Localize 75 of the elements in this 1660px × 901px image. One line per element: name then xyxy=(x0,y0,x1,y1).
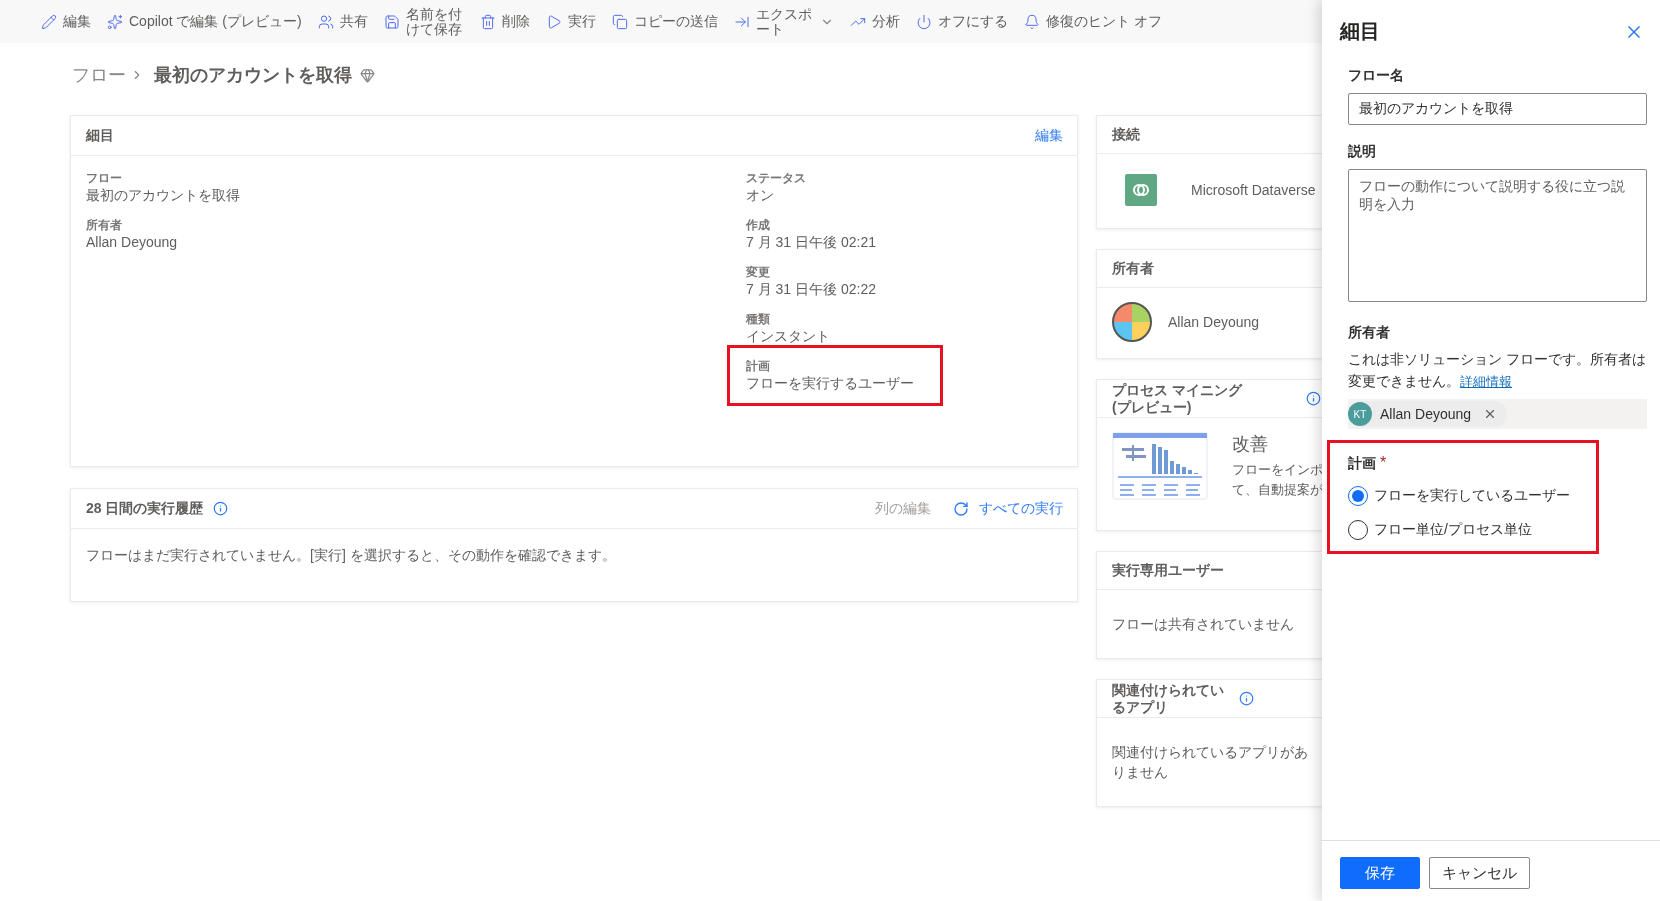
field-value: インスタント xyxy=(746,328,831,346)
initials-avatar: KT xyxy=(1348,402,1372,426)
learn-more-link[interactable]: 詳細情報 xyxy=(1460,374,1512,389)
people-icon xyxy=(317,13,334,30)
field-value: オン xyxy=(746,187,775,205)
card-title: 接続 xyxy=(1112,126,1140,143)
mining-description: フローをインポ xyxy=(1232,461,1322,479)
save-button[interactable]: 保存 xyxy=(1340,857,1420,889)
required-mark: * xyxy=(1380,454,1387,472)
save-icon xyxy=(383,13,400,30)
toolbar-button[interactable]: オフにする xyxy=(908,0,1015,43)
empty-message: 関連付けられているアプリがありません xyxy=(1112,743,1308,782)
card-title: プロセス マイニング (プレビュー) xyxy=(1112,381,1242,416)
toolbar-button[interactable]: 実行 xyxy=(538,0,603,43)
sparkle-icon xyxy=(107,13,123,30)
toolbar-button[interactable]: エクスポート xyxy=(726,0,841,43)
radio-option[interactable]: フローを実行しているユーザー xyxy=(1348,479,1578,513)
refresh-icon xyxy=(953,500,969,517)
field-label: フロー名 xyxy=(1348,67,1405,85)
copy-icon xyxy=(611,13,628,30)
field-label: 変更 xyxy=(746,264,771,281)
field-label: 作成 xyxy=(746,217,771,234)
field-value: フローを実行するユーザー xyxy=(746,375,915,393)
breadcrumb-link[interactable]: フロー xyxy=(72,63,126,87)
toolbar-button[interactable]: 編集 xyxy=(34,0,98,43)
edit-link[interactable]: 編集 xyxy=(1035,126,1063,145)
field-label: ステータス xyxy=(746,170,807,187)
owner-field[interactable]: KT Allan Deyoung xyxy=(1348,399,1647,429)
dataverse-logo-icon xyxy=(1125,174,1157,206)
panel-title: 細目 xyxy=(1340,19,1380,44)
mining-heading: 改善 xyxy=(1232,433,1269,456)
field-value: Allan Deyoung xyxy=(86,234,179,250)
all-runs-link[interactable]: すべての実行 xyxy=(979,499,1063,518)
info-icon[interactable] xyxy=(213,501,229,516)
toolbar-button[interactable]: 共有 xyxy=(310,0,375,43)
field-value: 最初のアカウントを取得 xyxy=(86,187,240,205)
owner-name: Allan Deyoung xyxy=(1380,406,1472,422)
radio-option[interactable]: フロー単位/プロセス単位 xyxy=(1348,513,1578,547)
field-label: 所有者 xyxy=(1348,324,1391,342)
empty-message: フローはまだ実行されていません。[実行] を選択すると、その動作を確認できます。 xyxy=(85,546,617,565)
toolbar-button[interactable]: 分析 xyxy=(842,0,907,43)
card-title: 細目 xyxy=(86,127,114,144)
toolbar-button[interactable]: 削除 xyxy=(472,0,537,43)
trash-icon xyxy=(479,13,496,30)
pencil-icon xyxy=(41,13,57,30)
cancel-button[interactable]: キャンセル xyxy=(1429,857,1530,889)
description-input[interactable]: フローの動作について説明する役に立つ説明を入力 xyxy=(1348,169,1647,302)
info-icon[interactable] xyxy=(1239,691,1254,706)
flow-name-input[interactable]: 最初のアカウントを取得 xyxy=(1348,93,1647,125)
power-icon xyxy=(915,13,932,30)
field-label: 種類 xyxy=(746,311,771,328)
toolbar-button[interactable]: Copilot で編集 (プレビュー) xyxy=(100,0,309,43)
card-title: 関連付けられているアプリ xyxy=(1112,681,1225,716)
field-label: 説明 xyxy=(1348,143,1377,161)
field-value: 7 月 31 日午後 02:21 xyxy=(746,234,877,252)
owner-note: これは非ソリューション フローです。所有者は変更できません。詳細情報 xyxy=(1348,350,1647,391)
card-title: 28 日間の実行履歴 xyxy=(86,500,204,517)
toolbar-button[interactable]: コピーの送信 xyxy=(604,0,725,43)
field-label: 計画 xyxy=(1348,455,1376,473)
card-title: 所有者 xyxy=(1112,260,1154,277)
toolbar-button[interactable]: 修復のヒント オフ xyxy=(1016,0,1169,43)
field-label: フロー xyxy=(86,170,123,187)
page-title: 最初のアカウントを取得 xyxy=(154,64,352,87)
avatar-icon xyxy=(1112,302,1152,342)
card-title: 実行専用ユーザー xyxy=(1112,562,1224,579)
toolbar-button[interactable]: 名前を付けて保存 xyxy=(376,0,471,43)
connection-name[interactable]: Microsoft Dataverse xyxy=(1191,180,1316,200)
field-label: 所有者 xyxy=(86,217,123,234)
info-icon[interactable] xyxy=(1306,391,1321,406)
empty-message: フローは共有されていません xyxy=(1112,615,1295,634)
diamond-icon xyxy=(360,67,375,83)
field-value: 7 月 31 日午後 02:22 xyxy=(746,281,877,299)
owner-name: Allan Deyoung xyxy=(1168,313,1260,332)
field-label: 計画 xyxy=(746,358,771,375)
bell-icon xyxy=(1023,13,1040,30)
